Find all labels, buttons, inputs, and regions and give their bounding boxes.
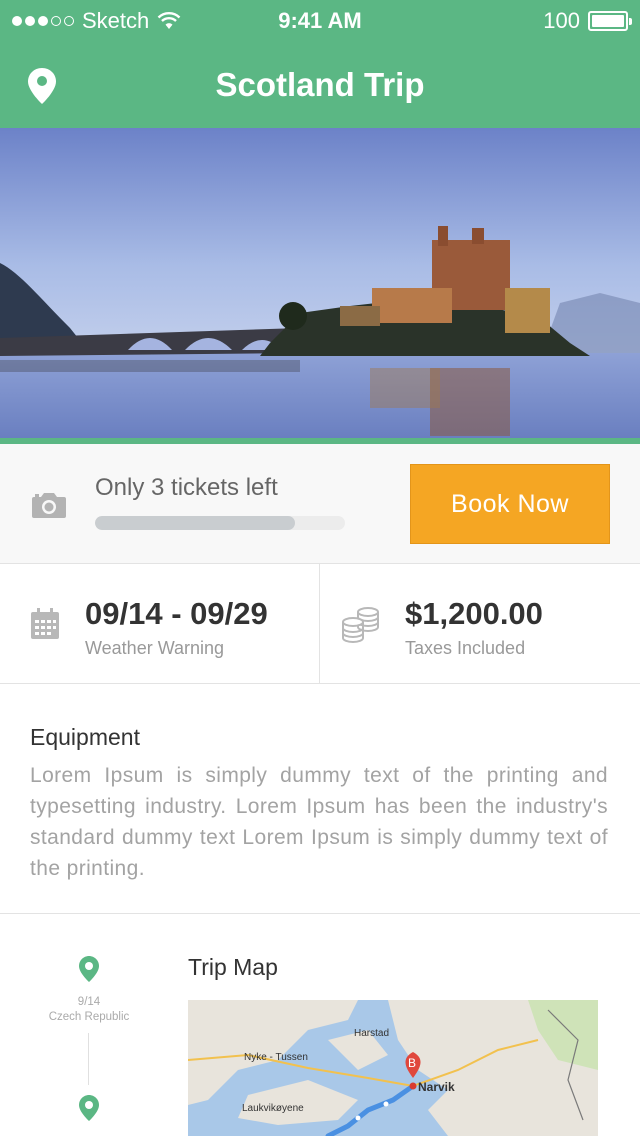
battery-icon xyxy=(588,11,632,31)
equipment-text: Lorem Ipsum is simply dummy text of the … xyxy=(30,764,608,880)
nav-bar: Scotland Trip xyxy=(0,40,640,128)
map-graphic xyxy=(188,1000,598,1136)
trip-map[interactable]: Harstad Nyke - Tussen Narvik Laukvikøyen… xyxy=(188,1000,598,1136)
timeline-date: 9/14 xyxy=(77,996,101,1008)
trip-map-title: Trip Map xyxy=(188,954,278,980)
tickets-progress-fill xyxy=(95,516,295,530)
map-marker-b[interactable]: B xyxy=(408,1056,416,1070)
page-title: Scotland Trip xyxy=(215,66,425,103)
equipment-title: Equipment xyxy=(30,724,140,750)
info-divider xyxy=(319,564,320,684)
map-label-harstad: Harstad xyxy=(354,1028,390,1039)
hero-image xyxy=(0,128,640,438)
tickets-left-text: Only 3 tickets left xyxy=(95,474,278,501)
tickets-progress-bar xyxy=(95,516,345,530)
timeline-place: Czech Republic xyxy=(48,1011,130,1023)
battery-level: 100 xyxy=(543,8,580,33)
weather-warning: Weather Warning xyxy=(85,638,225,658)
castle-photo xyxy=(0,128,640,438)
price-amount: $1,200.00 xyxy=(405,596,543,631)
calendar-icon xyxy=(31,608,59,639)
status-bar: Sketch 9:41 AM 100 xyxy=(0,0,640,40)
map-label-narvik: Narvik xyxy=(418,1080,455,1094)
timeline-line xyxy=(88,1033,89,1085)
coins-icon xyxy=(342,607,379,643)
date-range: 09/14 - 09/29 xyxy=(85,596,268,631)
taxes-note: Taxes Included xyxy=(405,638,526,658)
book-now-button[interactable]: Book Now xyxy=(410,464,610,544)
map-label-nyke-tussen: Nyke - Tussen xyxy=(244,1052,308,1063)
location-pin-icon[interactable] xyxy=(78,955,100,983)
map-label-laukvikoyene: Laukvikøyene xyxy=(242,1103,304,1114)
camera-icon xyxy=(32,493,66,518)
location-pin-icon[interactable] xyxy=(78,1094,100,1122)
